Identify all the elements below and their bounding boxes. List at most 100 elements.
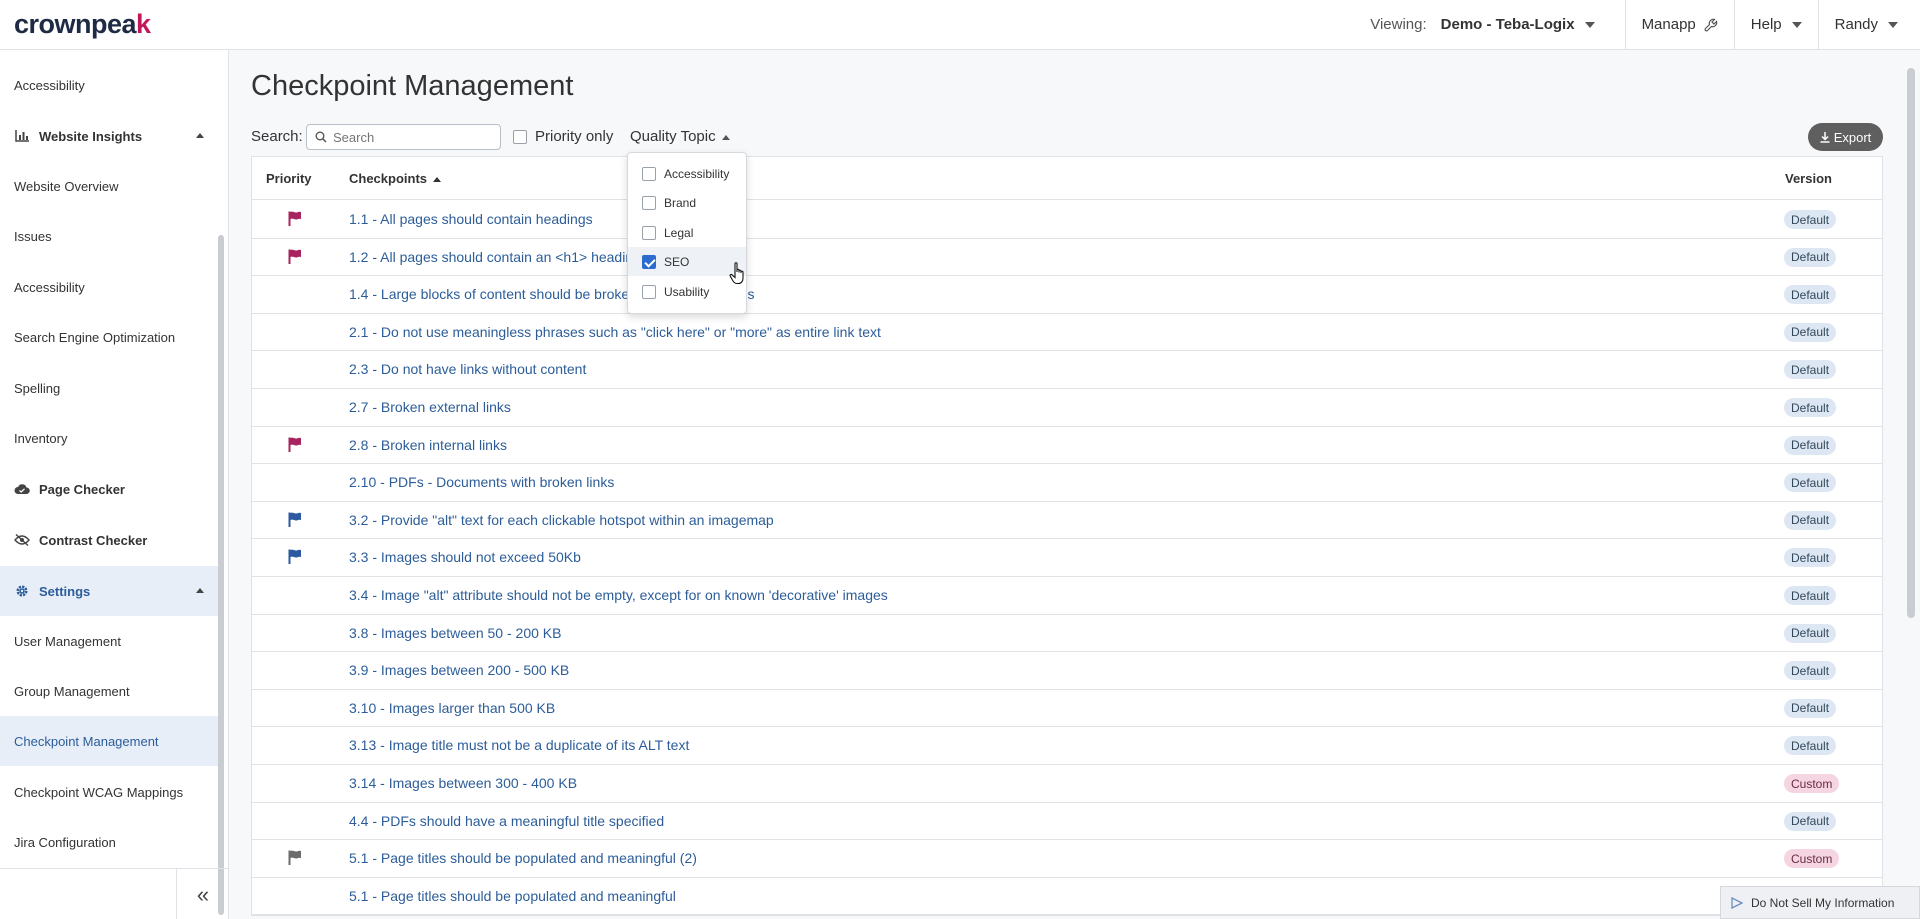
sidebar: Accessibility Website Insights Website O… xyxy=(0,50,229,919)
search-box[interactable] xyxy=(306,124,501,150)
table-row: 3.4 - Image "alt" attribute should not b… xyxy=(252,577,1882,615)
eye-slash-icon xyxy=(14,533,30,547)
priority-flag-icon[interactable] xyxy=(288,850,302,866)
checkpoint-link[interactable]: 1.1 - All pages should contain headings xyxy=(349,211,593,227)
main-scrollbar[interactable] xyxy=(1907,68,1915,618)
sidebar-item-issues[interactable]: Issues xyxy=(0,211,220,261)
double-chevron-left-icon: « xyxy=(196,881,210,907)
version-badge: Default xyxy=(1784,698,1837,718)
priority-flag-icon[interactable] xyxy=(288,437,302,452)
viewing-value: Demo - Teba-Logix xyxy=(1440,16,1575,33)
version-badge: Default xyxy=(1784,285,1837,305)
checkpoint-link[interactable]: 2.3 - Do not have links without content xyxy=(349,361,586,377)
sidebar-item-label: Group Management xyxy=(14,683,130,699)
checkpoint-link[interactable]: 2.10 - PDFs - Documents with broken link… xyxy=(349,474,614,490)
export-button[interactable]: Export xyxy=(1808,123,1883,151)
checkpoint-link[interactable]: 5.1 - Page titles should be populated an… xyxy=(349,850,697,866)
column-header-priority[interactable]: Priority xyxy=(266,171,312,186)
sidebar-group-contrast-checker[interactable]: Contrast Checker xyxy=(0,515,220,565)
sidebar-item-label: Website Insights xyxy=(39,128,143,144)
version-badge: Default xyxy=(1784,623,1837,643)
sidebar-item-label: Page Checker xyxy=(39,481,125,497)
sidebar-item-inventory[interactable]: Inventory xyxy=(0,413,220,463)
checkpoint-link[interactable]: 2.1 - Do not use meaningless phrases suc… xyxy=(349,324,881,340)
checkpoint-link[interactable]: 3.14 - Images between 300 - 400 KB xyxy=(349,775,577,791)
column-header-version[interactable]: Version xyxy=(1785,171,1832,186)
checkpoint-table: Priority Checkpoints Version 1.1 - All p… xyxy=(251,156,1883,916)
priority-only-checkbox[interactable] xyxy=(513,129,527,144)
sidebar-item-accessibility[interactable]: Accessibility xyxy=(0,262,220,312)
sidebar-item-checkpoint-wcag-mappings[interactable]: Checkpoint WCAG Mappings xyxy=(0,767,220,817)
sort-ascending-icon xyxy=(433,177,442,183)
manapp-link[interactable]: Manapp xyxy=(1626,0,1735,49)
quality-topic-dropdown[interactable]: Quality Topic xyxy=(630,128,730,145)
priority-flag-icon[interactable] xyxy=(288,512,302,527)
option-checkbox[interactable] xyxy=(642,254,656,269)
sidebar-item-label: Checkpoint WCAG Mappings xyxy=(14,784,184,800)
sidebar-item-website-overview[interactable]: Website Overview xyxy=(0,161,220,211)
version-badge: Custom xyxy=(1784,774,1840,793)
sidebar-group-website-insights[interactable]: Website Insights xyxy=(0,111,220,161)
collapse-sidebar-button[interactable]: « xyxy=(176,869,229,919)
sidebar-group-page-checker[interactable]: Page Checker xyxy=(0,464,220,514)
table-header: Priority Checkpoints Version xyxy=(252,157,1882,200)
checkpoint-link[interactable]: 3.13 - Image title must not be a duplica… xyxy=(349,737,689,753)
help-menu[interactable]: Help xyxy=(1735,0,1819,49)
sidebar-scrollbar[interactable] xyxy=(218,235,224,915)
sidebar-item-accessibility-top[interactable]: Accessibility xyxy=(0,59,220,111)
checkpoint-link[interactable]: 2.7 - Broken external links xyxy=(349,399,511,415)
viewing-label: Viewing: xyxy=(1370,16,1427,33)
sidebar-item-group-management[interactable]: Group Management xyxy=(0,666,220,716)
quality-topic-option-legal[interactable]: Legal xyxy=(628,218,746,247)
search-icon xyxy=(315,131,327,143)
quality-topic-label: Quality Topic xyxy=(630,128,716,145)
checkpoint-link[interactable]: 3.9 - Images between 200 - 500 KB xyxy=(349,662,569,678)
quality-topic-option-brand[interactable]: Brand xyxy=(628,188,746,217)
sidebar-item-label: Spelling xyxy=(14,380,61,396)
table-row: 3.9 - Images between 200 - 500 KB Default xyxy=(252,652,1882,690)
do-not-sell-label: Do Not Sell My Information xyxy=(1751,895,1895,910)
table-row: 2.10 - PDFs - Documents with broken link… xyxy=(252,464,1882,502)
sidebar-item-spelling[interactable]: Spelling xyxy=(0,363,220,413)
quality-topic-option-accessibility[interactable]: Accessibility xyxy=(628,159,746,188)
option-checkbox[interactable] xyxy=(642,195,656,210)
table-row: 3.14 - Images between 300 - 400 KB Custom xyxy=(252,765,1882,803)
checkpoint-link[interactable]: 1.2 - All pages should contain an <h1> h… xyxy=(349,249,641,265)
sidebar-item-seo[interactable]: Search Engine Optimization xyxy=(0,312,220,362)
checkpoint-link[interactable]: 4.4 - PDFs should have a meaningful titl… xyxy=(349,813,664,829)
version-badge: Default xyxy=(1784,736,1837,756)
user-menu[interactable]: Randy xyxy=(1819,0,1920,49)
checkpoint-link[interactable]: 3.8 - Images between 50 - 200 KB xyxy=(349,625,561,641)
sidebar-item-user-management[interactable]: User Management xyxy=(0,616,220,666)
version-badge: Default xyxy=(1784,473,1837,493)
checkpoint-link[interactable]: 5.1 - Page titles should be populated an… xyxy=(349,888,676,904)
crownpeak-logo[interactable]: crownpeak xyxy=(14,9,151,40)
do-not-sell-badge[interactable]: Do Not Sell My Information xyxy=(1720,886,1920,919)
checkpoint-link[interactable]: 3.3 - Images should not exceed 50Kb xyxy=(349,549,581,565)
option-label: Brand xyxy=(664,195,697,210)
checkpoint-link[interactable]: 2.8 - Broken internal links xyxy=(349,437,507,453)
sidebar-group-settings[interactable]: Settings xyxy=(0,566,220,616)
priority-only-toggle[interactable]: Priority only xyxy=(513,128,613,145)
priority-flag-icon[interactable] xyxy=(288,249,302,264)
priority-flag-icon[interactable] xyxy=(288,549,302,565)
chevron-down-icon xyxy=(1888,21,1898,28)
version-badge: Default xyxy=(1784,322,1837,342)
checkpoint-link[interactable]: 3.4 - Image "alt" attribute should not b… xyxy=(349,587,888,603)
version-badge: Default xyxy=(1784,661,1837,681)
priority-flag-icon[interactable] xyxy=(288,211,302,226)
column-header-checkpoints[interactable]: Checkpoints xyxy=(349,171,442,186)
option-checkbox[interactable] xyxy=(642,225,656,240)
option-checkbox[interactable] xyxy=(642,166,656,181)
table-row: 2.8 - Broken internal links Default xyxy=(252,427,1882,465)
sidebar-item-checkpoint-management[interactable]: Checkpoint Management xyxy=(0,716,220,766)
checkpoint-link[interactable]: 3.2 - Provide "alt" text for each clicka… xyxy=(349,512,774,528)
search-input[interactable] xyxy=(333,129,493,145)
sidebar-item-jira-configuration[interactable]: Jira Configuration xyxy=(0,817,220,867)
table-row: 1.1 - All pages should contain headings D… xyxy=(252,201,1882,239)
manapp-label: Manapp xyxy=(1641,16,1696,33)
checkpoint-link[interactable]: 3.10 - Images larger than 500 KB xyxy=(349,700,555,716)
sidebar-footer: « xyxy=(0,868,229,919)
site-selector[interactable]: Viewing: Demo - Teba-Logix xyxy=(1370,0,1626,49)
option-checkbox[interactable] xyxy=(642,284,656,299)
